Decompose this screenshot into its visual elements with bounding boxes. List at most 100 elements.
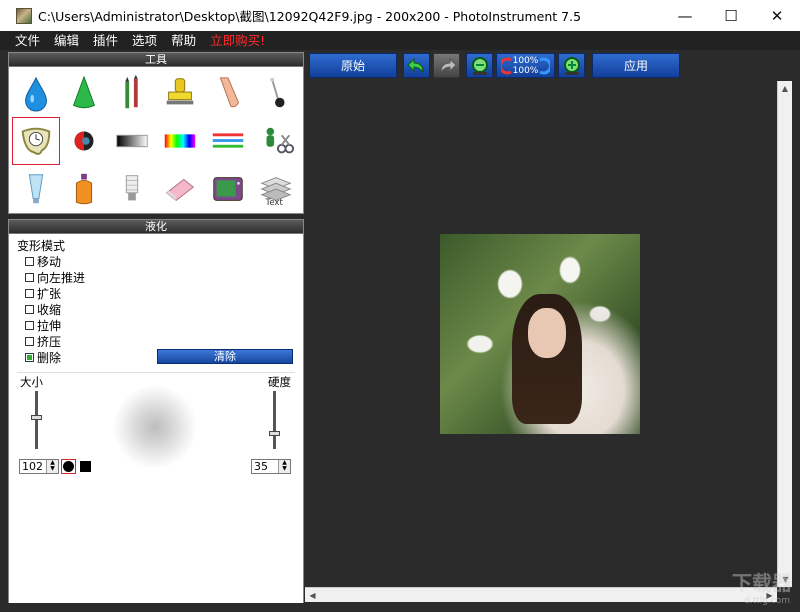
menu-plugins[interactable]: 插件 [86, 31, 125, 50]
zoom-out-icon [471, 56, 488, 75]
redo-arrow-icon [439, 57, 457, 73]
scroll-left-arrow[interactable]: ◀ [305, 588, 320, 603]
zoom-100-button[interactable]: 100% 100% [496, 53, 555, 78]
tool-brushes[interactable] [108, 69, 156, 117]
size-slider[interactable] [31, 391, 42, 449]
window-title: C:\Users\Administrator\Desktop\截图\12092Q… [38, 9, 582, 24]
mode-shrink[interactable]: 收缩 [25, 301, 85, 317]
tool-pin[interactable] [252, 69, 300, 117]
size-slider-knob[interactable] [31, 415, 42, 420]
tool-sharpen-cone[interactable] [60, 69, 108, 117]
tool-clone-scissors[interactable] [252, 117, 300, 165]
brush-settings: 大小 硬度 102 ▲ ▼ 35 ▲ ▼ [17, 372, 295, 476]
tool-tv-filter[interactable] [204, 165, 252, 213]
photo-image[interactable] [440, 234, 640, 434]
zoom-top-value: 100% [512, 55, 539, 66]
zoom-bottom-value: 100% [512, 65, 539, 76]
menu-buy-now[interactable]: 立即购买! [203, 31, 272, 50]
watermark: 下载器 d.ttlg.com [646, 560, 796, 610]
melting-clock-icon [21, 127, 51, 155]
zoom-in-icon [563, 56, 580, 75]
tv-icon [213, 177, 243, 201]
mode-expand[interactable]: 扩张 [25, 285, 85, 301]
image-canvas[interactable] [305, 81, 777, 587]
size-label: 大小 [20, 375, 43, 389]
tool-liquify[interactable] [12, 117, 60, 165]
bulb-icon [125, 175, 139, 201]
app-icon [16, 7, 32, 24]
minimize-button[interactable]: — [662, 0, 708, 31]
tool-lines[interactable] [204, 117, 252, 165]
hardness-slider-knob[interactable] [269, 431, 280, 436]
color-lines-icon [212, 133, 244, 148]
rotate-right-icon [539, 57, 551, 74]
mode-squeeze-checkbox[interactable] [25, 336, 34, 346]
menu-help[interactable]: 帮助 [164, 31, 203, 50]
tool-text[interactable]: Text [252, 165, 300, 213]
mode-move-checkbox[interactable] [25, 256, 34, 266]
tool-gradient[interactable] [108, 117, 156, 165]
tools-panel: 工具 Text [8, 52, 304, 214]
menu-bar: 文件 编辑 插件 选项 帮助 立即购买! [0, 31, 800, 50]
red-eye-icon [74, 131, 94, 151]
mode-stretch[interactable]: 拉伸 [25, 317, 85, 333]
mode-shrink-checkbox[interactable] [25, 304, 34, 314]
tool-bottle[interactable] [60, 165, 108, 213]
tube-icon [28, 174, 44, 204]
original-button[interactable]: 原始 [309, 53, 397, 78]
title-bar: C:\Users\Administrator\Desktop\截图\12092Q… [0, 0, 800, 31]
hardness-slider[interactable] [269, 391, 280, 449]
finger-icon [219, 77, 239, 108]
mode-delete[interactable]: 删除 [25, 349, 85, 365]
mode-move[interactable]: 移动 [25, 253, 85, 269]
black-swatch[interactable] [80, 461, 91, 472]
size-value: 102 [22, 460, 43, 473]
vertical-scrollbar[interactable]: ▲ ▼ [777, 81, 792, 587]
tool-lamp[interactable] [108, 165, 156, 213]
mode-expand-checkbox[interactable] [25, 288, 34, 298]
hardness-spin-arrows[interactable]: ▲ ▼ [278, 460, 290, 473]
scroll-up-arrow[interactable]: ▲ [778, 81, 792, 96]
svg-text:Text: Text [265, 198, 284, 208]
zoom-in-button[interactable] [558, 53, 585, 78]
brush-color-selector[interactable] [61, 459, 76, 474]
tool-water-drop[interactable] [12, 69, 60, 117]
undo-button[interactable] [403, 53, 430, 78]
hardness-spinbox[interactable]: 35 ▲ ▼ [251, 459, 291, 474]
tool-finger-smudge[interactable] [204, 69, 252, 117]
tool-stamp[interactable] [156, 69, 204, 117]
redo-button[interactable] [433, 53, 460, 78]
close-button[interactable]: ✕ [754, 0, 800, 31]
mode-push-left[interactable]: 向左推进 [25, 269, 85, 285]
mode-stretch-checkbox[interactable] [25, 320, 34, 330]
size-spinbox[interactable]: 102 ▲ ▼ [19, 459, 59, 474]
mode-delete-checkbox[interactable] [25, 352, 34, 362]
hardness-label: 硬度 [268, 375, 291, 389]
tool-color-balance[interactable] [156, 117, 204, 165]
stamp-icon [166, 78, 194, 105]
maximize-button[interactable]: ☐ [708, 0, 754, 31]
gradient-icon [116, 134, 148, 148]
rainbow-bars-icon [164, 134, 196, 148]
zoom-out-button[interactable] [466, 53, 493, 78]
menu-edit[interactable]: 编辑 [47, 31, 86, 50]
tool-eraser[interactable] [156, 165, 204, 213]
eraser-icon [165, 178, 195, 202]
size-spin-arrows[interactable]: ▲ ▼ [46, 460, 58, 473]
hardness-value: 35 [254, 460, 268, 473]
watermark-site: d.ttlg.com [744, 596, 790, 606]
tool-tube[interactable] [12, 165, 60, 213]
mode-squeeze[interactable]: 挤压 [25, 333, 85, 349]
mode-push-left-checkbox[interactable] [25, 272, 34, 282]
pin-icon [270, 77, 285, 108]
tools-panel-title: 工具 [9, 53, 303, 67]
apply-button[interactable]: 应用 [592, 53, 680, 78]
liquify-panel-title: 液化 [9, 220, 303, 234]
water-drop-icon [25, 76, 47, 112]
clear-button[interactable]: 清除 [157, 349, 293, 364]
menu-file[interactable]: 文件 [8, 31, 47, 50]
brush-preview [105, 381, 205, 473]
liquify-panel: 液化 变形模式 移动 向左推进 扩张 收缩 拉伸 挤压 删除 清除 大小 硬度 … [8, 219, 304, 605]
menu-options[interactable]: 选项 [125, 31, 164, 50]
tool-red-eye[interactable] [60, 117, 108, 165]
